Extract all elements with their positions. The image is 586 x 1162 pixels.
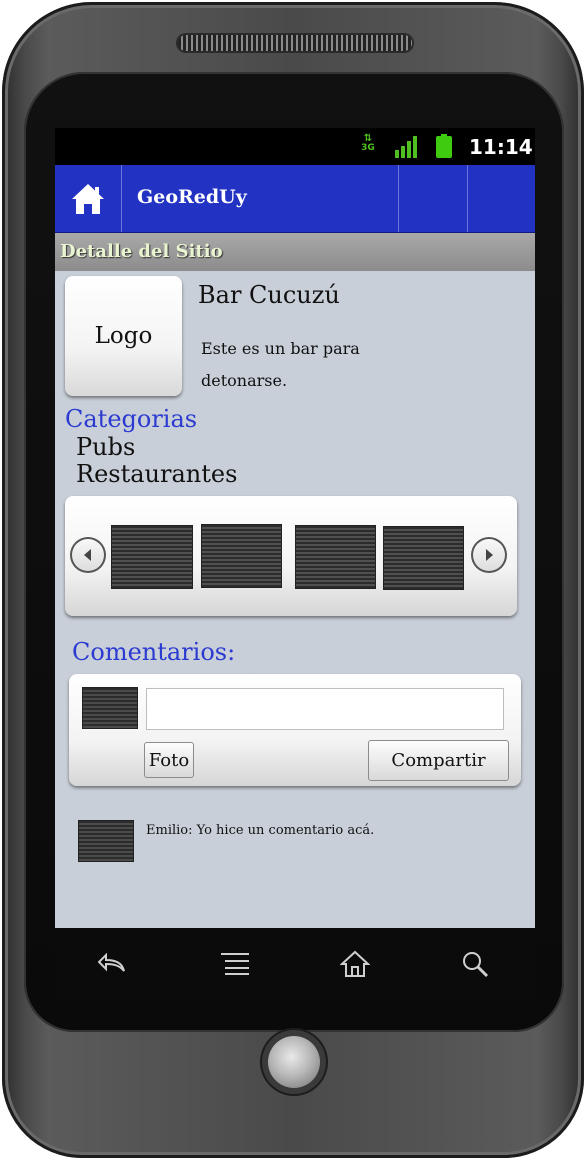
arrow-right-icon <box>486 549 493 561</box>
comment-composer: Foto Compartir <box>69 674 521 786</box>
menu-icon <box>221 953 249 975</box>
gallery-next-button[interactable] <box>471 537 507 573</box>
comment-input[interactable] <box>146 688 504 730</box>
logo-label: Logo <box>94 323 153 349</box>
menu-button[interactable] <box>217 946 253 982</box>
signal-strength-icon <box>395 136 417 158</box>
category-item: Pubs <box>76 433 136 461</box>
comment-avatar <box>79 821 133 861</box>
back-button[interactable] <box>95 946 131 982</box>
home-icon <box>72 183 104 214</box>
gallery-thumbnail[interactable] <box>112 526 192 588</box>
gallery-prev-button[interactable] <box>70 537 106 573</box>
arrow-left-icon <box>84 549 91 561</box>
battery-icon <box>436 134 452 158</box>
network-3g-icon: ⇅ 3G <box>361 133 375 154</box>
site-logo: Logo <box>65 276 182 396</box>
action-divider <box>467 165 468 232</box>
app-title: GeoRedUy <box>137 186 247 208</box>
action-divider <box>398 165 399 232</box>
home-icon <box>340 950 370 977</box>
section-header: Detalle del Sitio <box>55 233 535 271</box>
action-bar: GeoRedUy <box>55 165 535 233</box>
earpiece-speaker <box>178 35 412 51</box>
home-nav-button[interactable] <box>337 946 373 982</box>
navigation-bar <box>55 928 535 1000</box>
search-icon <box>463 952 489 978</box>
gallery-thumbnail[interactable] <box>296 526 375 588</box>
categories-title: Categorias <box>65 405 198 433</box>
photo-button[interactable]: Foto <box>144 742 194 778</box>
share-button[interactable]: Compartir <box>368 740 509 781</box>
comment-text: Emilio: Yo hice un comentario acá. <box>146 823 375 838</box>
photo-gallery <box>65 496 517 616</box>
section-title: Detalle del Sitio <box>60 241 223 262</box>
status-bar: ⇅ 3G 11:14 <box>55 128 535 165</box>
site-name: Bar Cucuzú <box>198 281 340 309</box>
comments-title: Comentarios: <box>72 638 236 666</box>
gallery-thumbnail[interactable] <box>202 525 281 587</box>
home-button[interactable] <box>55 165 122 232</box>
search-button[interactable] <box>457 946 493 982</box>
status-clock: 11:14 <box>469 135 533 159</box>
trackball-button[interactable] <box>268 1036 320 1088</box>
back-icon <box>98 953 125 972</box>
category-item: Restaurantes <box>76 460 238 488</box>
site-description: Este es un bar para detonarse. <box>201 339 360 390</box>
gallery-thumbnail[interactable] <box>384 527 463 589</box>
app-screen: ⇅ 3G 11:14 GeoRedUy Detalle del Sitio Lo… <box>55 128 535 928</box>
user-avatar <box>83 688 137 728</box>
